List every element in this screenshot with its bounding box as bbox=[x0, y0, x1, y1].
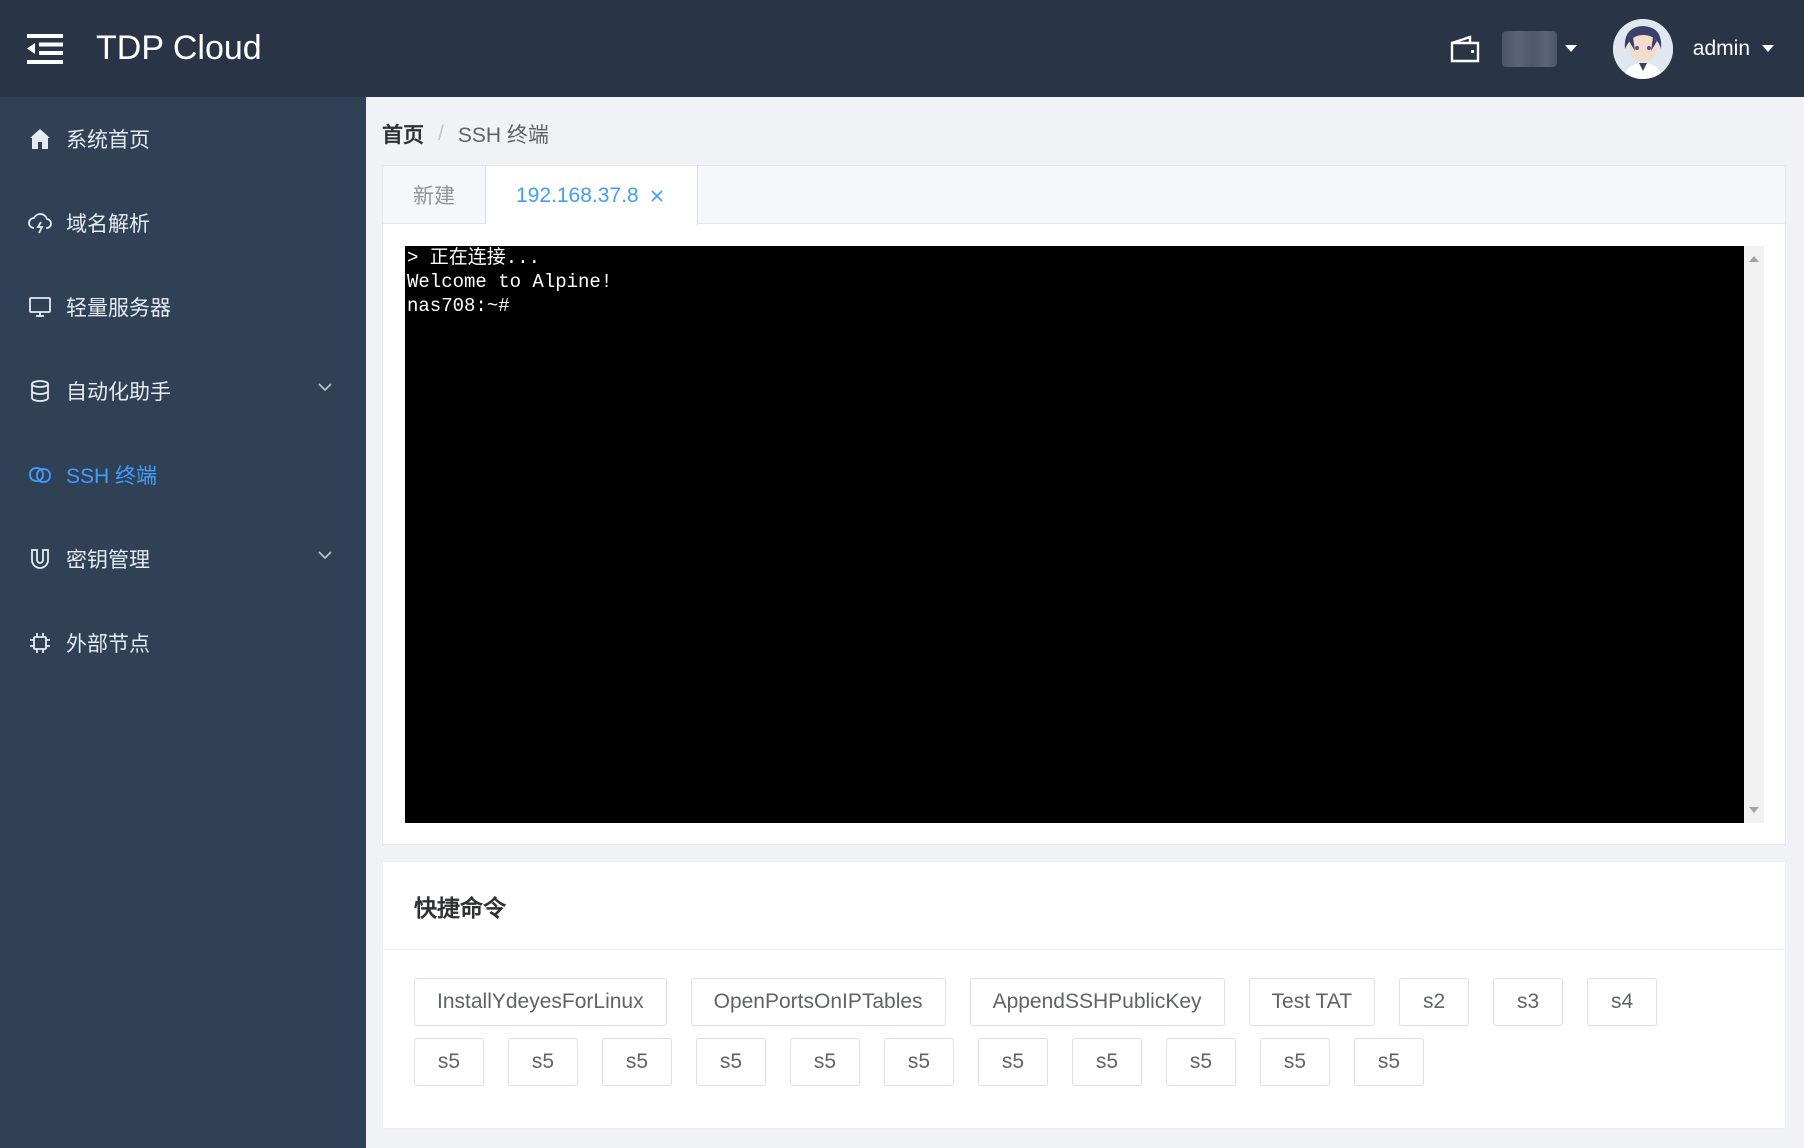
command-button[interactable]: s5 bbox=[1072, 1038, 1142, 1086]
close-icon[interactable] bbox=[651, 189, 663, 202]
command-button[interactable]: s5 bbox=[978, 1038, 1048, 1086]
sidebar-item-home[interactable]: 系统首页 bbox=[0, 97, 366, 181]
home-icon bbox=[28, 127, 52, 151]
menu-collapse-button[interactable] bbox=[0, 0, 90, 97]
link-icon bbox=[28, 463, 52, 487]
sidebar-item-lightweight-server[interactable]: 轻量服务器 bbox=[0, 265, 366, 349]
quick-commands-list: InstallYdeyesForLinux OpenPortsOnIPTable… bbox=[383, 950, 1763, 1110]
tab-new[interactable]: 新建 bbox=[383, 166, 486, 224]
command-button[interactable]: s5 bbox=[1354, 1038, 1424, 1086]
command-button[interactable]: s5 bbox=[696, 1038, 766, 1086]
terminal-scrollbar[interactable] bbox=[1744, 246, 1764, 823]
header-actions: admin bbox=[1450, 0, 1804, 97]
terminal-line: > 正在连接... bbox=[407, 247, 541, 269]
chevron-down-icon bbox=[318, 383, 332, 392]
sidebar-item-label: 轻量服务器 bbox=[66, 297, 171, 320]
region-select[interactable] bbox=[1501, 30, 1577, 67]
quick-commands-title: 快捷命令 bbox=[414, 894, 506, 921]
wallet-button[interactable] bbox=[1450, 34, 1480, 63]
chevron-down-icon bbox=[318, 551, 332, 560]
sidebar-item-ssh-terminal[interactable]: SSH 终端 bbox=[0, 433, 366, 517]
command-button[interactable]: s3 bbox=[1493, 978, 1564, 1026]
scroll-up-arrow-icon[interactable] bbox=[1749, 256, 1759, 262]
sidebar-item-external-nodes[interactable]: 外部节点 bbox=[0, 601, 366, 685]
monitor-icon bbox=[28, 295, 52, 319]
scroll-down-arrow-icon[interactable] bbox=[1749, 807, 1759, 813]
magnet-icon bbox=[28, 547, 52, 571]
command-button[interactable]: s2 bbox=[1399, 978, 1470, 1026]
avatar[interactable] bbox=[1612, 18, 1673, 79]
avatar-image bbox=[1612, 18, 1673, 79]
cloud-lightning-icon bbox=[28, 211, 52, 235]
command-button[interactable]: Test TAT bbox=[1248, 978, 1376, 1026]
sidebar-item-label: 自动化助手 bbox=[66, 381, 171, 404]
cpu-icon bbox=[28, 631, 52, 655]
sidebar-item-dns[interactable]: 域名解析 bbox=[0, 181, 366, 265]
user-menu[interactable]: admin bbox=[1693, 37, 1774, 61]
sidebar-item-label: 域名解析 bbox=[66, 213, 150, 236]
breadcrumb-home[interactable]: 首页 bbox=[382, 119, 424, 149]
terminal-card: 新建 192.168.37.8 > 正在连接... Welcome to Alp… bbox=[382, 165, 1786, 845]
terminal-line: nas708:~# bbox=[407, 295, 510, 317]
quick-commands-header: 快捷命令 bbox=[383, 862, 1785, 950]
command-button[interactable]: InstallYdeyesForLinux bbox=[414, 978, 667, 1026]
command-button[interactable]: s5 bbox=[1166, 1038, 1236, 1086]
region-value-blurred bbox=[1501, 30, 1557, 67]
menu-fold-icon bbox=[27, 33, 63, 64]
sidebar-item-automation[interactable]: 自动化助手 bbox=[0, 349, 366, 433]
tab-label: 192.168.37.8 bbox=[516, 183, 639, 207]
breadcrumb-separator: / bbox=[438, 122, 444, 145]
command-button[interactable]: s5 bbox=[884, 1038, 954, 1086]
app-title: TDP Cloud bbox=[96, 29, 262, 67]
main-content: 首页 / SSH 终端 新建 192.168.37.8 > 正在连接... We… bbox=[366, 97, 1804, 1148]
sidebar-item-key-management[interactable]: 密钥管理 bbox=[0, 517, 366, 601]
sidebar: 系统首页 域名解析 轻量服务器 自动化助手 SSH 终端 密钥管理 外部节点 bbox=[0, 97, 366, 1148]
sidebar-item-label: 密钥管理 bbox=[66, 549, 150, 572]
terminal-line: Welcome to Alpine! bbox=[407, 271, 613, 293]
command-button[interactable]: AppendSSHPublicKey bbox=[969, 978, 1225, 1026]
breadcrumb-current: SSH 终端 bbox=[457, 124, 549, 147]
chevron-down-icon bbox=[1762, 45, 1774, 52]
terminal-screen[interactable]: > 正在连接... Welcome to Alpine! nas708:~# bbox=[405, 246, 1744, 823]
user-name: admin bbox=[1692, 36, 1750, 60]
top-header: TDP Cloud admin bbox=[0, 0, 1804, 97]
command-button[interactable]: OpenPortsOnIPTables bbox=[690, 978, 946, 1026]
tab-session[interactable]: 192.168.37.8 bbox=[486, 166, 698, 225]
command-button[interactable]: s5 bbox=[1260, 1038, 1330, 1086]
command-button[interactable]: s5 bbox=[508, 1038, 578, 1086]
command-button[interactable]: s5 bbox=[414, 1038, 484, 1086]
sidebar-item-label: SSH 终端 bbox=[66, 465, 158, 488]
sidebar-item-label: 外部节点 bbox=[66, 633, 150, 656]
breadcrumb: 首页 / SSH 终端 bbox=[382, 119, 549, 149]
terminal-tabs: 新建 192.168.37.8 bbox=[383, 166, 1785, 225]
database-icon bbox=[28, 379, 52, 403]
quick-commands-card: 快捷命令 InstallYdeyesForLinux OpenPortsOnIP… bbox=[382, 861, 1786, 1129]
wallet-icon bbox=[1450, 34, 1479, 62]
command-button[interactable]: s4 bbox=[1587, 978, 1658, 1026]
sidebar-item-label: 系统首页 bbox=[66, 129, 150, 152]
command-button[interactable]: s5 bbox=[602, 1038, 672, 1086]
command-button[interactable]: s5 bbox=[790, 1038, 860, 1086]
chevron-down-icon bbox=[1564, 45, 1577, 52]
tab-label: 新建 bbox=[413, 185, 455, 208]
